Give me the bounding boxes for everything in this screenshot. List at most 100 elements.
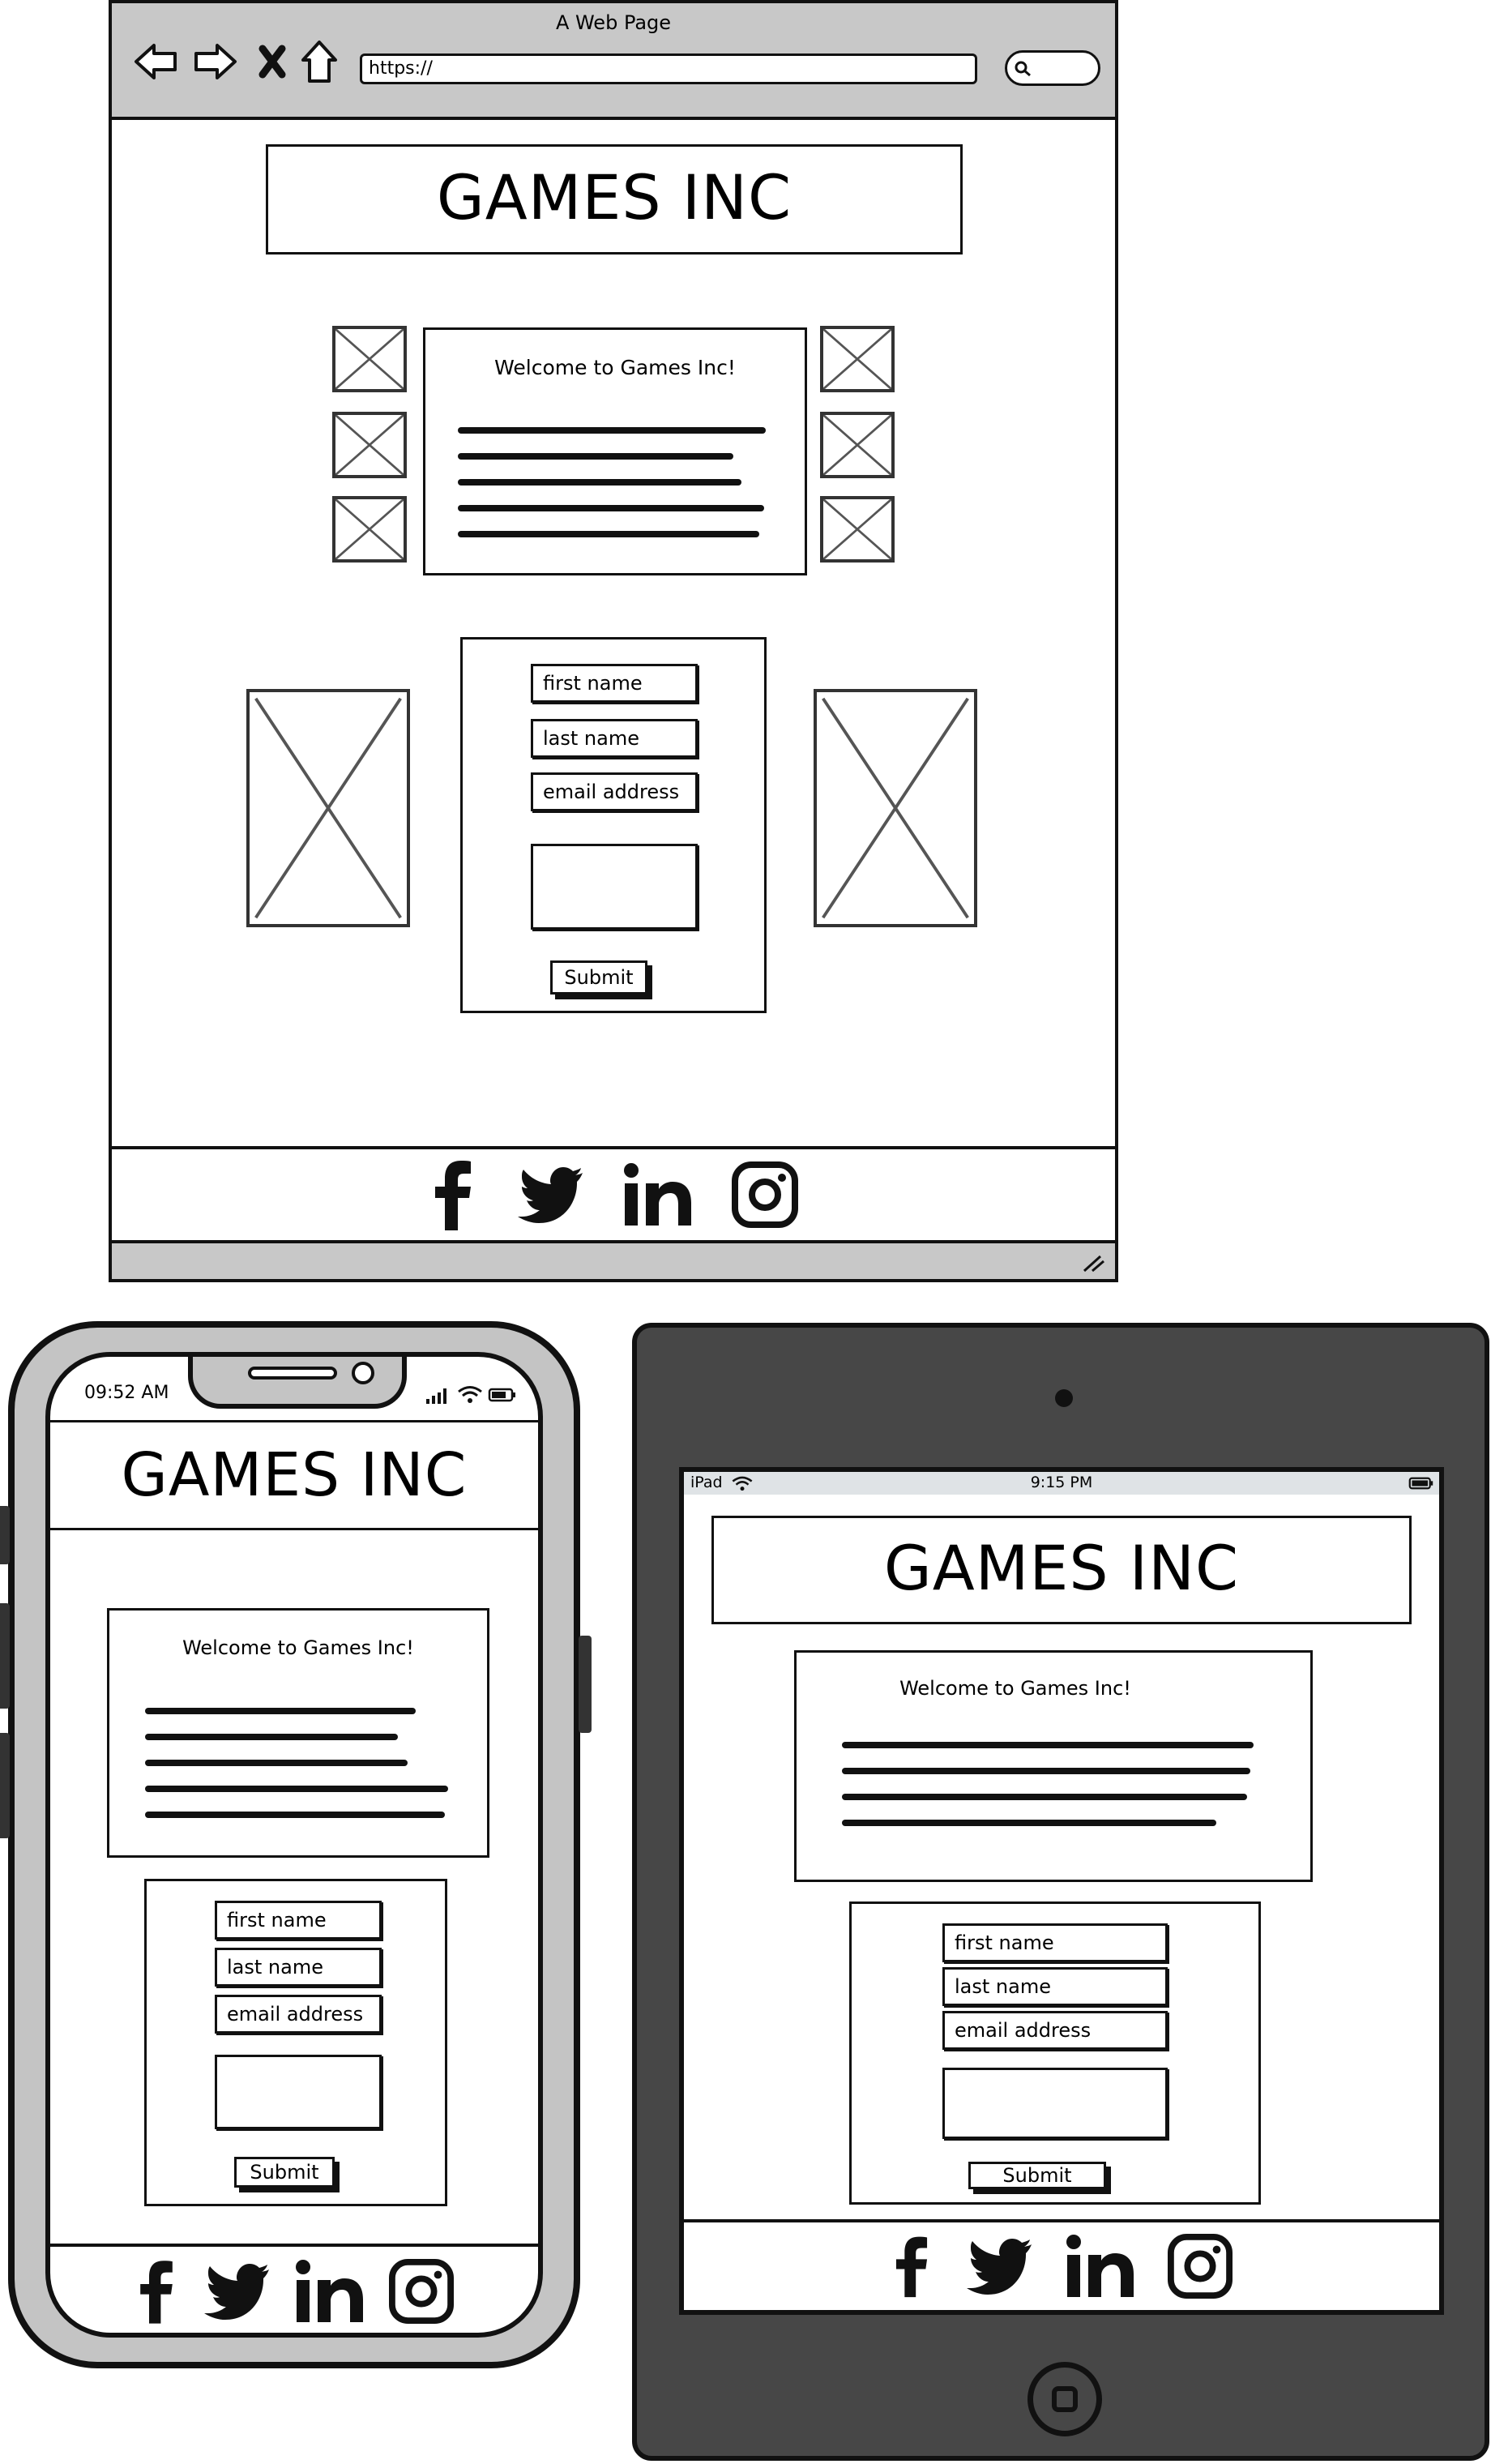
image-placeholder: [332, 496, 407, 563]
resize-grip-icon[interactable]: [1081, 1253, 1105, 1273]
search-icon: [1015, 61, 1031, 77]
speaker: [248, 1367, 337, 1380]
tablet-header: GAMES INC: [711, 1516, 1412, 1624]
volume-button: [0, 1733, 10, 1838]
last-name-field[interactable]: last name: [531, 719, 698, 758]
facebook-icon[interactable]: [135, 2255, 178, 2328]
image-placeholder: [820, 496, 895, 563]
last-name-placeholder: last name: [227, 1956, 323, 1978]
email-field[interactable]: email address: [215, 1995, 382, 2034]
submit-label: Submit: [1002, 2164, 1072, 2187]
first-name-field[interactable]: first name: [215, 1901, 382, 1940]
image-placeholder: [814, 689, 977, 927]
contact-form: first name last name email address Submi…: [849, 1901, 1261, 2205]
welcome-heading: Welcome to Games Inc!: [494, 356, 736, 379]
brand-title: GAMES INC: [121, 1440, 468, 1510]
desktop-header: GAMES INC: [266, 144, 963, 255]
phone-mockup: 09:52 AM GAMES INC Welcome to Games Inc!: [0, 1321, 592, 2368]
forward-arrow-icon[interactable]: [193, 42, 238, 81]
twitter-icon[interactable]: [516, 1165, 584, 1225]
brand-title: GAMES INC: [436, 161, 792, 233]
url-text: https://: [369, 58, 433, 79]
phone-time: 09:52 AM: [84, 1383, 169, 1403]
phone-notch: [188, 1357, 407, 1409]
twitter-icon[interactable]: [965, 2236, 1033, 2296]
submit-button[interactable]: Submit: [550, 960, 647, 995]
email-placeholder: email address: [543, 781, 680, 803]
browser-title: A Web Page: [555, 11, 672, 34]
tablet-camera: [1055, 1389, 1073, 1407]
image-placeholder: [820, 326, 895, 392]
home-icon[interactable]: [300, 39, 339, 84]
scribble-text: [458, 427, 766, 557]
submit-label: Submit: [564, 966, 634, 989]
linkedin-icon[interactable]: [1066, 2234, 1135, 2299]
welcome-box: Welcome to Games Inc!: [794, 1650, 1313, 1882]
first-name-field[interactable]: first name: [942, 1923, 1168, 1962]
message-textarea[interactable]: [531, 844, 698, 930]
volume-button: [0, 1603, 10, 1709]
image-placeholder: [332, 326, 407, 392]
welcome-heading: Welcome to Games Inc!: [182, 1636, 414, 1659]
first-name-placeholder: first name: [227, 1909, 327, 1931]
submit-label: Submit: [250, 2161, 319, 2184]
submit-button[interactable]: Submit: [234, 2157, 335, 2188]
stop-icon[interactable]: [258, 44, 287, 79]
email-placeholder: email address: [955, 2019, 1092, 2042]
desktop-footer: [109, 1146, 1118, 1243]
instagram-icon[interactable]: [732, 1161, 798, 1228]
twitter-icon[interactable]: [203, 2261, 271, 2321]
volume-button: [0, 1506, 10, 1564]
desktop-browser-mockup: A Web Page https:// GAMES INC Welcome to…: [109, 0, 1118, 1282]
linkedin-icon[interactable]: [295, 2259, 365, 2324]
home-button[interactable]: [1027, 2362, 1102, 2436]
first-name-placeholder: first name: [543, 672, 643, 695]
url-bar[interactable]: https://: [360, 53, 977, 84]
battery-icon: [1408, 1477, 1433, 1490]
submit-button[interactable]: Submit: [968, 2162, 1106, 2189]
first-name-field[interactable]: first name: [531, 664, 698, 703]
search-box[interactable]: [1005, 50, 1100, 86]
browser-statusbar: [112, 1243, 1115, 1279]
welcome-box: Welcome to Games Inc!: [107, 1608, 489, 1858]
instagram-icon[interactable]: [389, 2258, 454, 2324]
email-placeholder: email address: [227, 2003, 364, 2026]
battery-icon: [488, 1388, 515, 1402]
facebook-icon[interactable]: [891, 2231, 933, 2302]
home-button-square-icon: [1052, 2386, 1078, 2412]
linkedin-icon[interactable]: [623, 1162, 693, 1227]
email-field[interactable]: email address: [942, 2011, 1168, 2050]
first-name-placeholder: first name: [955, 1931, 1054, 1954]
message-textarea[interactable]: [942, 2068, 1168, 2139]
phone-screen: 09:52 AM GAMES INC Welcome to Games Inc!: [45, 1352, 543, 2338]
last-name-field[interactable]: last name: [942, 1967, 1168, 2006]
last-name-placeholder: last name: [543, 727, 639, 750]
power-button: [579, 1636, 592, 1733]
last-name-field[interactable]: last name: [215, 1948, 382, 1987]
tablet-screen: iPad 9:15 PM GAMES INC Welcome to Games …: [679, 1467, 1444, 2315]
browser-titlebar: A Web Page https://: [112, 3, 1115, 120]
back-arrow-icon[interactable]: [133, 42, 178, 81]
image-placeholder: [332, 412, 407, 478]
instagram-icon[interactable]: [1168, 2234, 1233, 2299]
message-textarea[interactable]: [215, 2055, 382, 2129]
tablet-time: 9:15 PM: [1030, 1474, 1093, 1491]
welcome-heading: Welcome to Games Inc!: [899, 1677, 1131, 1700]
tablet-statusbar: iPad 9:15 PM: [684, 1472, 1439, 1495]
facebook-icon[interactable]: [429, 1157, 477, 1232]
front-camera: [352, 1362, 374, 1384]
contact-form: first name last name email address Submi…: [460, 637, 767, 1013]
phone-footer: [50, 2244, 538, 2333]
phone-header: GAMES INC: [50, 1420, 538, 1530]
last-name-placeholder: last name: [955, 1975, 1051, 1998]
image-placeholder: [820, 412, 895, 478]
signal-icon: [426, 1388, 446, 1404]
brand-title: GAMES INC: [883, 1532, 1240, 1604]
tablet-mockup: iPad 9:15 PM GAMES INC Welcome to Games …: [632, 1323, 1489, 2461]
image-placeholder: [246, 689, 410, 927]
wifi-icon: [458, 1386, 482, 1403]
contact-form: first name last name email address Submi…: [144, 1879, 447, 2206]
email-field[interactable]: email address: [531, 772, 698, 811]
scribble-text: [842, 1742, 1263, 1839]
scribble-text: [145, 1708, 453, 1837]
